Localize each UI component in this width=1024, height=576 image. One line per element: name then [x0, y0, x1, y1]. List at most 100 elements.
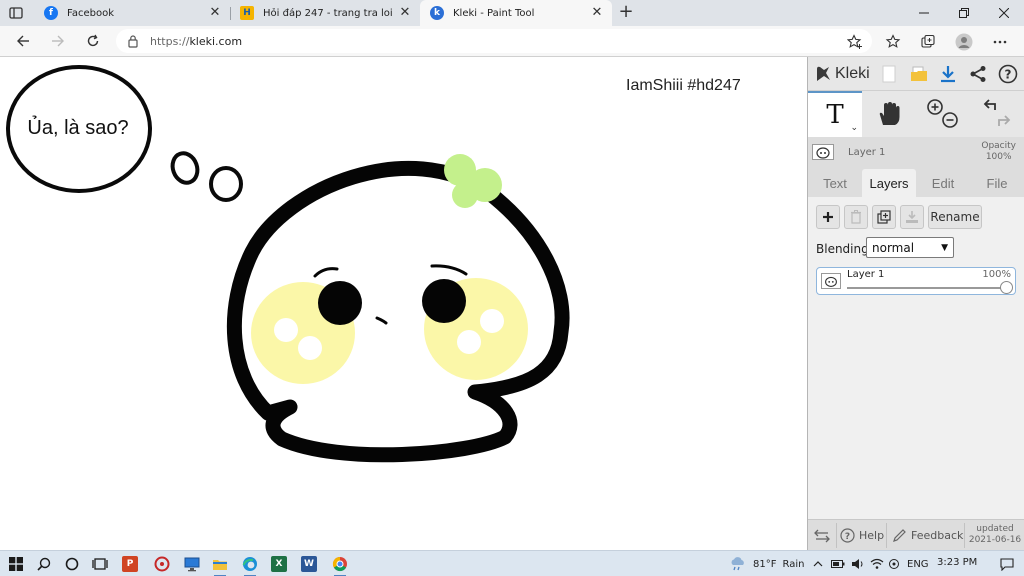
- text-tool-button[interactable]: T ⌄: [808, 91, 862, 137]
- rename-layer-button[interactable]: Rename: [928, 205, 982, 229]
- tab-file[interactable]: File: [970, 169, 1024, 197]
- start-button[interactable]: [6, 554, 26, 574]
- tab-close-icon[interactable]: ✕: [590, 6, 604, 20]
- battery-icon[interactable]: [831, 551, 845, 576]
- help-circle-icon: ?: [840, 528, 855, 543]
- url-text: https://kleki.com: [150, 34, 243, 48]
- pencil-icon: [893, 529, 906, 542]
- tab-layers[interactable]: Layers: [862, 169, 916, 197]
- windows-taskbar: P X W 81°F Rain ENG 3:23 PM: [0, 550, 1024, 576]
- kleki-logo[interactable]: Kleki: [814, 62, 870, 86]
- left-eye: [318, 281, 362, 325]
- language-indicator[interactable]: ENG: [907, 551, 929, 576]
- undo-redo-button[interactable]: [970, 91, 1024, 137]
- refresh-button[interactable]: [82, 31, 104, 51]
- tab-close-icon[interactable]: ✕: [208, 6, 222, 20]
- svg-text:?: ?: [1005, 68, 1012, 82]
- rain-cloud-icon: [731, 557, 744, 571]
- lock-icon[interactable]: [126, 34, 140, 48]
- tab-text[interactable]: Text: [808, 169, 862, 197]
- left-cheek-sparkle-1: [274, 318, 298, 342]
- hoidap247-icon: H: [240, 6, 254, 20]
- layer-opacity-slider-handle[interactable]: [1000, 281, 1013, 294]
- edge-icon[interactable]: [240, 554, 260, 576]
- address-bar[interactable]: https://kleki.com: [116, 29, 872, 53]
- browser-toolbar: https://kleki.com: [0, 26, 1024, 57]
- minimize-button[interactable]: [904, 0, 944, 26]
- hand-tool-button[interactable]: [862, 91, 916, 137]
- language-settings-icon[interactable]: [888, 551, 900, 576]
- zoom-tool-button[interactable]: [916, 91, 970, 137]
- search-icon[interactable]: [34, 554, 54, 574]
- add-layer-button[interactable]: [816, 205, 840, 229]
- show-hidden-icons-icon[interactable]: [813, 551, 823, 576]
- layer-name: Layer 1: [847, 269, 885, 280]
- chevron-down-icon[interactable]: ⌄: [850, 123, 858, 133]
- share-icon[interactable]: [966, 62, 990, 86]
- swap-sides-icon[interactable]: [814, 520, 830, 551]
- hand-icon: [879, 102, 900, 125]
- tab-close-icon[interactable]: ✕: [398, 6, 412, 20]
- wifi-icon[interactable]: [870, 551, 884, 576]
- layer-opacity: 100%: [982, 269, 1011, 280]
- more-menu-icon[interactable]: [990, 32, 1010, 52]
- tab-kleki[interactable]: k Kleki - Paint Tool ✕: [420, 0, 612, 26]
- powerpoint-icon[interactable]: P: [122, 556, 138, 572]
- tab-hoidap247[interactable]: H Hỏi đáp 247 - trang tra loi ✕: [230, 0, 420, 26]
- help-button[interactable]: ? Help: [840, 520, 884, 551]
- trash-icon: [851, 210, 861, 224]
- app-red-icon[interactable]: [152, 554, 172, 574]
- right-cheek-sparkle-1: [480, 309, 504, 333]
- kleki-logo-icon: [817, 66, 830, 81]
- taskbar-clock[interactable]: 3:23 PM: [937, 557, 977, 568]
- duplicate-layer-button[interactable]: [872, 205, 896, 229]
- plus-icon: [823, 212, 833, 222]
- restore-button[interactable]: [944, 0, 984, 26]
- undo-redo-icon: [983, 99, 1011, 126]
- weather-widget[interactable]: 81°F Rain: [729, 551, 804, 576]
- zoom-in-out-icon: [927, 99, 958, 128]
- monitor-icon[interactable]: [182, 554, 202, 574]
- forward-button[interactable]: [47, 31, 69, 51]
- volume-icon[interactable]: [851, 551, 865, 576]
- chrome-icon[interactable]: [330, 554, 350, 576]
- help-circle-icon[interactable]: ?: [996, 62, 1020, 86]
- add-favorite-icon[interactable]: [845, 32, 865, 52]
- close-window-button[interactable]: [984, 0, 1024, 26]
- panel-header: Kleki ?: [808, 57, 1024, 91]
- new-image-icon[interactable]: [877, 62, 901, 86]
- favorites-icon[interactable]: [883, 32, 903, 52]
- current-layer-info: Layer 1 Opacity 100%: [808, 141, 1024, 165]
- footer-separator: [964, 523, 965, 548]
- delete-layer-button[interactable]: [844, 205, 868, 229]
- tab-edit[interactable]: Edit: [916, 169, 970, 197]
- blending-select[interactable]: normal ▼: [866, 237, 954, 258]
- tab-actions-icon[interactable]: [8, 5, 24, 21]
- drawing-canvas[interactable]: Ủa, là sao? IamShiii #hd247: [0, 57, 808, 550]
- tab-facebook[interactable]: f Facebook ✕: [34, 0, 230, 26]
- merge-layer-button[interactable]: [900, 205, 924, 229]
- profile-avatar-icon[interactable]: [954, 32, 974, 52]
- signature-text: IamShiii #hd247: [626, 77, 741, 94]
- layer-thumbnail: [821, 273, 841, 289]
- thought-dot-small: [170, 151, 200, 185]
- collections-icon[interactable]: [918, 32, 938, 52]
- layers-tab-content: Rename Blending normal ▼ Layer 1 100%: [808, 197, 1024, 519]
- facebook-icon: f: [44, 6, 58, 20]
- layer-opacity-slider[interactable]: [847, 287, 1007, 289]
- new-tab-button[interactable]: +: [616, 2, 636, 22]
- layer-list-item[interactable]: Layer 1 100%: [816, 267, 1016, 295]
- back-button[interactable]: [12, 31, 34, 51]
- feedback-button[interactable]: Feedback: [892, 520, 963, 551]
- file-explorer-icon[interactable]: [210, 554, 230, 576]
- windows-logo-icon: [9, 557, 23, 571]
- open-folder-icon[interactable]: [907, 62, 931, 86]
- notifications-icon[interactable]: [1000, 551, 1014, 576]
- download-icon[interactable]: [936, 62, 960, 86]
- current-layer-name: Layer 1: [848, 147, 886, 158]
- cortana-icon[interactable]: [62, 554, 82, 574]
- word-icon[interactable]: W: [301, 556, 317, 572]
- task-view-icon[interactable]: [90, 554, 110, 574]
- thought-bubble-text: Ủa, là sao?: [27, 117, 129, 139]
- excel-icon[interactable]: X: [271, 556, 287, 572]
